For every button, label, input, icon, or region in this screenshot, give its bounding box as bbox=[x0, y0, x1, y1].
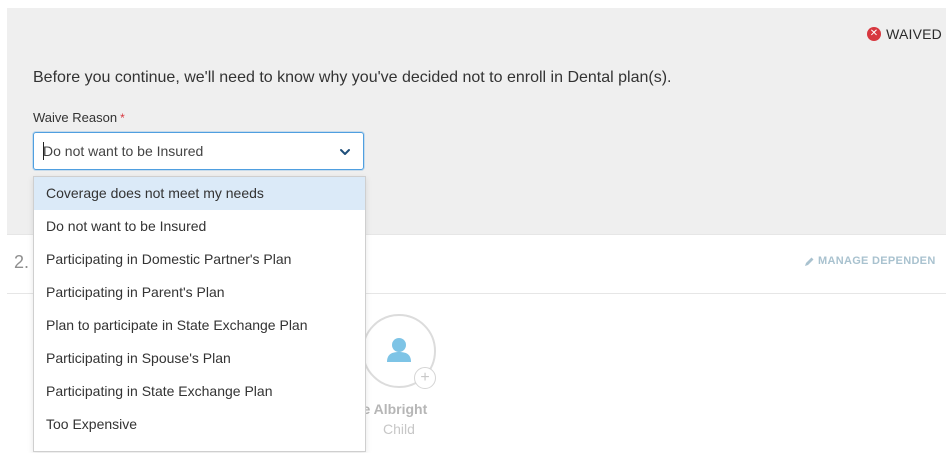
dropdown-option[interactable]: Participating in Spouse's Plan bbox=[34, 342, 365, 375]
dropdown-option[interactable]: Participating in State Exchange Plan bbox=[34, 375, 365, 408]
chevron-down-icon bbox=[340, 149, 350, 155]
waive-prompt: Before you continue, we'll need to know … bbox=[33, 69, 672, 86]
dependent-role: Child bbox=[383, 421, 415, 437]
required-indicator: * bbox=[120, 111, 125, 125]
dropdown-option[interactable]: Participating in Parent's Plan bbox=[34, 276, 365, 309]
waive-reason-label: Waive Reason * bbox=[33, 110, 125, 125]
waive-reason-select[interactable]: Do not want to be Insured bbox=[33, 132, 364, 170]
status-label: WAIVED bbox=[886, 26, 942, 42]
waived-status: ✕ WAIVED bbox=[867, 26, 942, 42]
waive-reason-dropdown[interactable]: Coverage does not meet my needs Do not w… bbox=[33, 176, 366, 452]
x-circle-icon: ✕ bbox=[867, 27, 882, 41]
waive-reason-value: Do not want to be Insured bbox=[43, 143, 204, 159]
section-number: 2. bbox=[14, 252, 30, 272]
dropdown-option[interactable]: Too Expensive bbox=[34, 408, 365, 441]
dropdown-option[interactable]: Participating in Domestic Partner's Plan bbox=[34, 243, 365, 276]
add-icon[interactable]: + bbox=[414, 367, 436, 389]
dropdown-option[interactable]: Coverage does not meet my needs bbox=[34, 177, 365, 210]
dropdown-option[interactable]: Do not want to be Insured bbox=[34, 210, 365, 243]
dropdown-option[interactable]: Plan to participate in State Exchange Pl… bbox=[34, 309, 365, 342]
pencil-icon bbox=[805, 257, 814, 266]
manage-dependents-link[interactable]: MANAGE DEPENDEN bbox=[804, 255, 936, 267]
